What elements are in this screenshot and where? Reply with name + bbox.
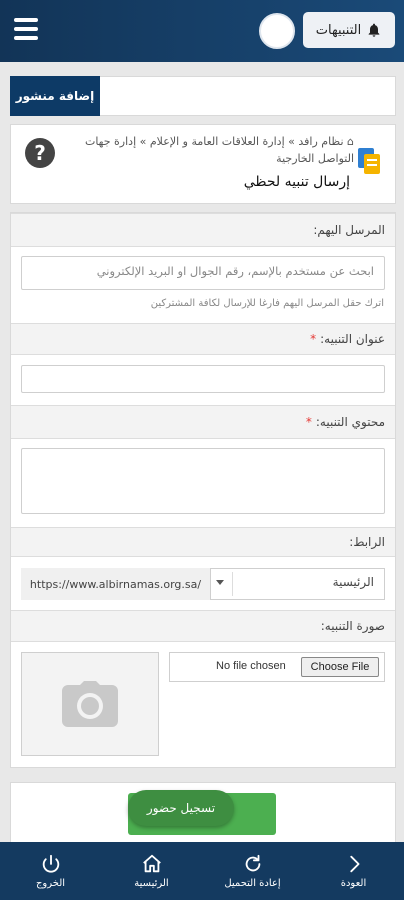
nav-logout[interactable]: الخروج	[6, 853, 96, 889]
breadcrumb-separator: »	[139, 135, 147, 148]
breadcrumb-item[interactable]: إدارة العلاقات العامة و الإعلام	[150, 135, 285, 148]
content-textarea[interactable]	[21, 448, 385, 514]
power-icon	[42, 854, 59, 873]
nav-label: إعادة التحميل	[224, 878, 281, 889]
camera-icon	[62, 681, 118, 727]
required-mark: *	[305, 415, 312, 429]
recipients-label: المرسل اليهم:	[11, 213, 395, 247]
attendance-button[interactable]: تسجيل حضور	[128, 790, 234, 826]
file-status: No file chosen	[216, 660, 286, 672]
image-label: صورة التنبيه:	[11, 610, 395, 642]
page-title: إرسال تنبيه لحظي	[243, 174, 350, 190]
image-preview	[21, 652, 159, 756]
notifications-button[interactable]: التنبيهات	[303, 12, 395, 48]
choose-file-button[interactable]: Choose File	[301, 657, 379, 677]
divider	[232, 572, 233, 596]
recipients-placeholder: ابحث عن مستخدم بالإسم، رقم الجوال او الب…	[96, 264, 374, 278]
title-input[interactable]	[21, 365, 385, 393]
home-icon[interactable]: ⌂	[347, 135, 354, 148]
content-label: محتوي التنبيه: *	[11, 405, 395, 439]
help-icon[interactable]: ?	[25, 138, 55, 168]
breadcrumb-separator: »	[288, 135, 295, 148]
title-label: عنوان التنبيه: *	[11, 323, 395, 355]
bottom-nav: الخروج الرئيسية إعادة التحميل العودة	[0, 842, 404, 900]
nav-label: الرئيسية	[134, 878, 169, 889]
add-post-button[interactable]: إضافة منشور	[10, 76, 100, 116]
document-icon	[358, 148, 380, 174]
avatar[interactable]	[259, 13, 295, 49]
bell-icon	[368, 23, 380, 37]
home-icon	[142, 854, 161, 873]
chevron-down-icon[interactable]	[216, 580, 224, 585]
link-selected-value[interactable]: الرئيسية	[333, 575, 374, 589]
nav-label: العودة	[340, 878, 367, 889]
reload-icon	[245, 854, 260, 872]
nav-back[interactable]: العودة	[309, 853, 399, 889]
nav-home[interactable]: الرئيسية	[107, 853, 197, 889]
chevron-right-icon	[349, 855, 359, 873]
breadcrumb: ⌂ نظام رافد » إدارة العلاقات العامة و ال…	[64, 133, 354, 167]
recipients-hint: اترك حقل المرسل اليهم فارغا للإرسال لكاف…	[150, 298, 384, 309]
breadcrumb-item[interactable]: نظام رافد	[298, 135, 343, 148]
link-url: https://www.albirnamas.org.sa/	[21, 568, 211, 600]
notifications-label: التنبيهات	[315, 22, 362, 38]
nav-label: الخروج	[35, 878, 66, 889]
nav-reload[interactable]: إعادة التحميل	[208, 853, 298, 889]
link-label: الرابط:	[11, 527, 395, 557]
required-mark: *	[310, 332, 317, 346]
menu-icon[interactable]	[14, 18, 38, 40]
